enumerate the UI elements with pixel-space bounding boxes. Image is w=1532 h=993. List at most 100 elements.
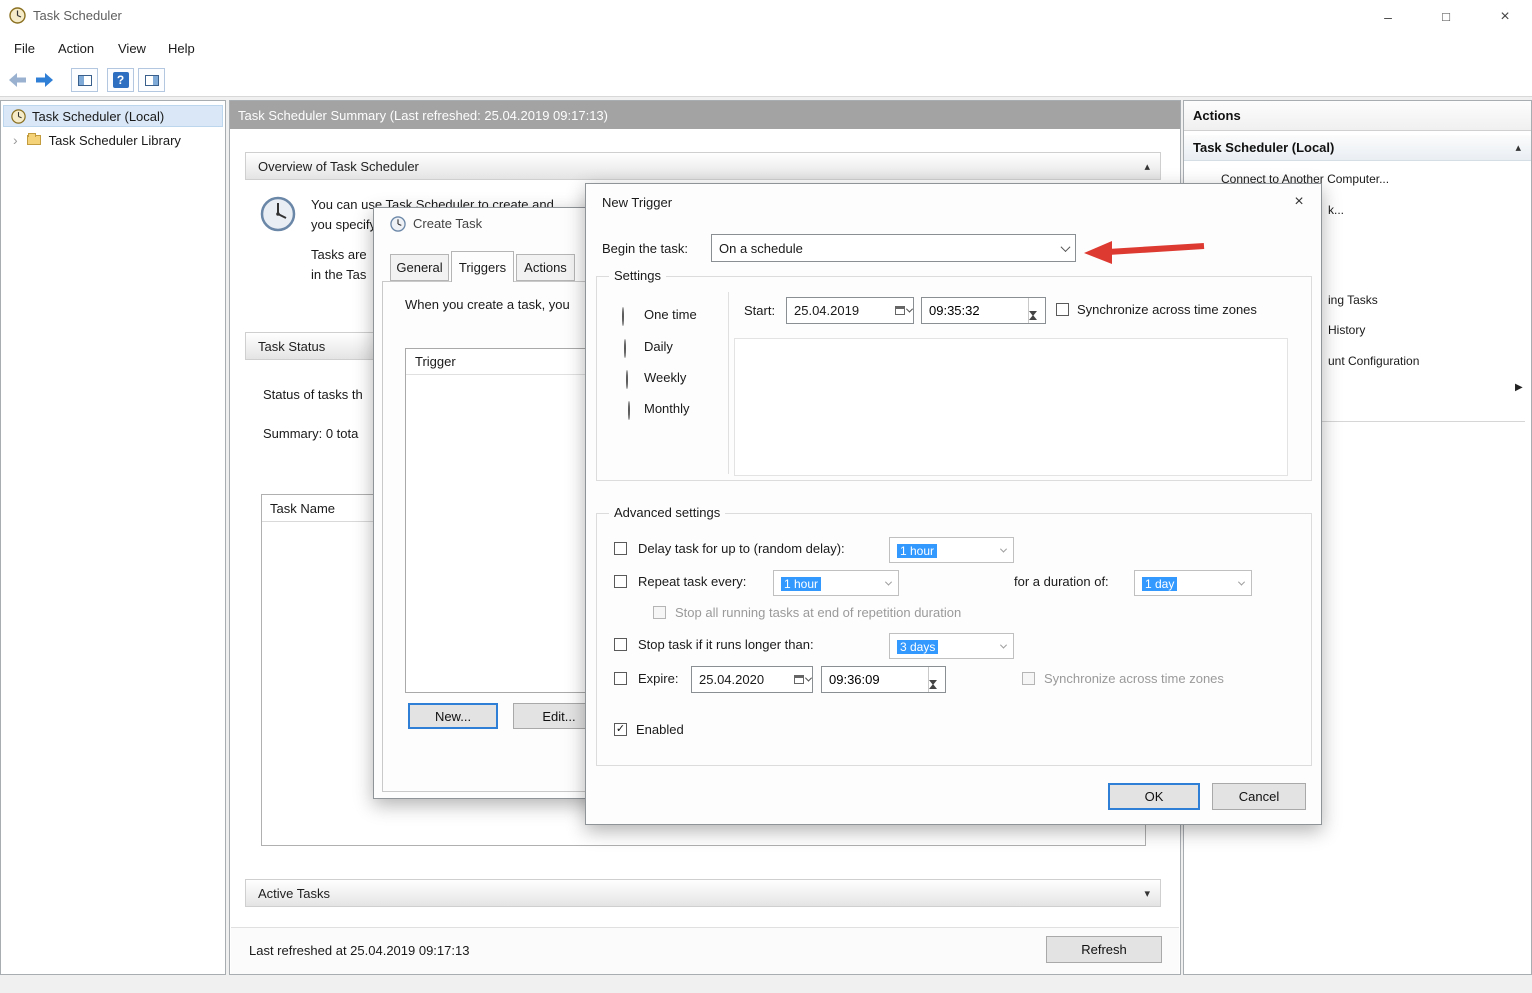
action-item-fragment-running-tasks[interactable]: ing Tasks (1328, 293, 1378, 307)
create-task-clock-icon (390, 216, 406, 237)
advanced-settings-label: Advanced settings (609, 505, 726, 520)
menu-bar: File Action View Help (0, 33, 1532, 63)
overview-section-title: Overview of Task Scheduler (258, 158, 419, 174)
overview-line3: Tasks are (311, 247, 367, 262)
actions-panel-header: Actions (1184, 101, 1531, 131)
stop-task-checkbox[interactable] (614, 638, 627, 651)
start-time-spinner[interactable]: 09:35:32 (921, 297, 1046, 333)
menu-view[interactable]: View (108, 35, 156, 62)
forward-arrow-icon (36, 73, 53, 87)
tree-item-library[interactable]: › Task Scheduler Library (3, 129, 223, 151)
tree-item-root-label: Task Scheduler (Local) (32, 108, 165, 124)
action-item-fragment-create-basic-task[interactable]: k... (1328, 203, 1344, 217)
delay-task-label[interactable]: Delay task for up to (random delay): (638, 541, 845, 556)
expire-date-picker[interactable]: 25.04.2020 (691, 666, 813, 693)
menu-file[interactable]: File (4, 35, 45, 62)
expire-time-spinner[interactable]: 09:36:09 (821, 666, 946, 702)
active-tasks-section-header[interactable]: Active Tasks ▾ (245, 879, 1161, 907)
collapse-active-tasks-icon[interactable]: ▾ (1144, 887, 1150, 900)
ok-button[interactable]: OK (1108, 783, 1200, 810)
radio-monthly-label[interactable]: Monthly (644, 401, 690, 416)
expire-date-calendar-icon[interactable] (792, 667, 812, 692)
dialog-close-button[interactable]: × (1286, 190, 1312, 214)
check-icon: ✓ (615, 723, 626, 735)
collapse-overview-icon[interactable]: ▴ (1144, 160, 1150, 173)
dialog-close-icon: × (1294, 193, 1304, 210)
begin-task-dropdown[interactable]: On a schedule (711, 234, 1076, 262)
delay-duration-dropdown[interactable]: 1 hour (889, 537, 1014, 563)
time-down-icon[interactable] (1029, 311, 1045, 334)
tree-item-library-label: Task Scheduler Library (48, 132, 181, 148)
duration-chevron-icon (1231, 571, 1251, 595)
repeat-interval-dropdown[interactable]: 1 hour (773, 570, 899, 596)
new-trigger-title: New Trigger (602, 195, 673, 210)
start-time-value[interactable]: 09:35:32 (922, 298, 1028, 323)
start-date-calendar-icon[interactable] (893, 298, 913, 323)
radio-daily-label[interactable]: Daily (644, 339, 673, 354)
tab-actions[interactable]: Actions (516, 254, 575, 281)
trigger-column-header[interactable]: Trigger (415, 354, 456, 369)
sync-timezones-label[interactable]: Synchronize across time zones (1077, 302, 1257, 317)
actions-group-header[interactable]: Task Scheduler (Local) ▴ (1184, 135, 1531, 161)
task-name-column-header[interactable]: Task Name (270, 501, 335, 516)
tree-clock-icon (11, 108, 26, 124)
radio-weekly[interactable] (626, 370, 628, 389)
overview-line2: you specify (311, 217, 377, 232)
enabled-label[interactable]: Enabled (636, 722, 684, 737)
duration-dropdown[interactable]: 1 day (1134, 570, 1252, 596)
refresh-button[interactable]: Refresh (1046, 936, 1162, 963)
summary-header-text: Task Scheduler Summary (Last refreshed: … (238, 107, 608, 123)
forward-button[interactable] (34, 71, 54, 94)
radio-one-time[interactable] (622, 307, 624, 326)
help-button[interactable]: ? (107, 68, 134, 92)
tree-item-root[interactable]: Task Scheduler (Local) (3, 105, 223, 127)
show-console-tree-button[interactable] (71, 68, 98, 92)
collapse-actions-group-icon[interactable]: ▴ (1515, 141, 1521, 154)
show-action-pane-button[interactable] (138, 68, 165, 92)
menu-help[interactable]: Help (158, 35, 205, 62)
settings-vertical-divider (728, 292, 729, 474)
actions-group-title: Task Scheduler (Local) (1193, 140, 1335, 155)
task-status-line2: Summary: 0 tota (263, 426, 359, 441)
refresh-button-label: Refresh (1081, 942, 1127, 957)
expire-time-value[interactable]: 09:36:09 (822, 667, 928, 692)
radio-monthly[interactable] (628, 401, 630, 420)
enabled-checkbox[interactable]: ✓ (614, 723, 627, 736)
back-button[interactable] (8, 71, 28, 94)
close-button[interactable]: × (1482, 0, 1528, 33)
expire-date-value: 25.04.2020 (699, 672, 765, 687)
tree-expander-icon[interactable]: › (13, 132, 18, 148)
tab-general[interactable]: General (390, 254, 449, 281)
submenu-arrow-icon[interactable]: ▶ (1515, 382, 1523, 393)
expire-label[interactable]: Expire: (638, 671, 678, 686)
repeat-task-label[interactable]: Repeat task every: (638, 574, 746, 589)
schedule-options-panel (734, 338, 1288, 476)
maximize-button[interactable]: □ (1423, 0, 1469, 33)
tab-triggers[interactable]: Triggers (451, 251, 514, 282)
stop-all-tasks-label: Stop all running tasks at end of repetit… (675, 605, 962, 620)
summary-header-bar: Task Scheduler Summary (Last refreshed: … (230, 101, 1180, 129)
action-item-fragment-account-configuration[interactable]: unt Configuration (1328, 354, 1419, 368)
menu-action[interactable]: Action (48, 35, 104, 62)
begin-task-value: On a schedule (719, 240, 803, 256)
duration-value: 1 day (1135, 576, 1231, 591)
task-status-line1: Status of tasks th (263, 387, 363, 402)
console-tree-icon (77, 74, 92, 86)
sync-timezones-checkbox[interactable] (1056, 303, 1069, 316)
action-item-fragment-history[interactable]: History (1328, 323, 1365, 337)
radio-weekly-label[interactable]: Weekly (644, 370, 686, 385)
stop-task-duration-dropdown[interactable]: 3 days (889, 633, 1014, 659)
repeat-task-checkbox[interactable] (614, 575, 627, 588)
expire-checkbox[interactable] (614, 672, 627, 685)
radio-one-time-label[interactable]: One time (644, 307, 697, 322)
delay-task-checkbox[interactable] (614, 542, 627, 555)
overview-section-header[interactable]: Overview of Task Scheduler ▴ (245, 152, 1161, 180)
stop-task-label[interactable]: Stop task if it runs longer than: (638, 637, 814, 652)
minimize-button[interactable]: – (1365, 0, 1411, 33)
radio-daily[interactable] (624, 339, 626, 358)
sync-timezones2-label: Synchronize across time zones (1044, 671, 1224, 686)
cancel-button[interactable]: Cancel (1212, 783, 1306, 810)
expire-time-down-icon[interactable] (929, 680, 945, 703)
new-trigger-button[interactable]: New... (408, 703, 498, 729)
start-date-picker[interactable]: 25.04.2019 (786, 297, 914, 324)
